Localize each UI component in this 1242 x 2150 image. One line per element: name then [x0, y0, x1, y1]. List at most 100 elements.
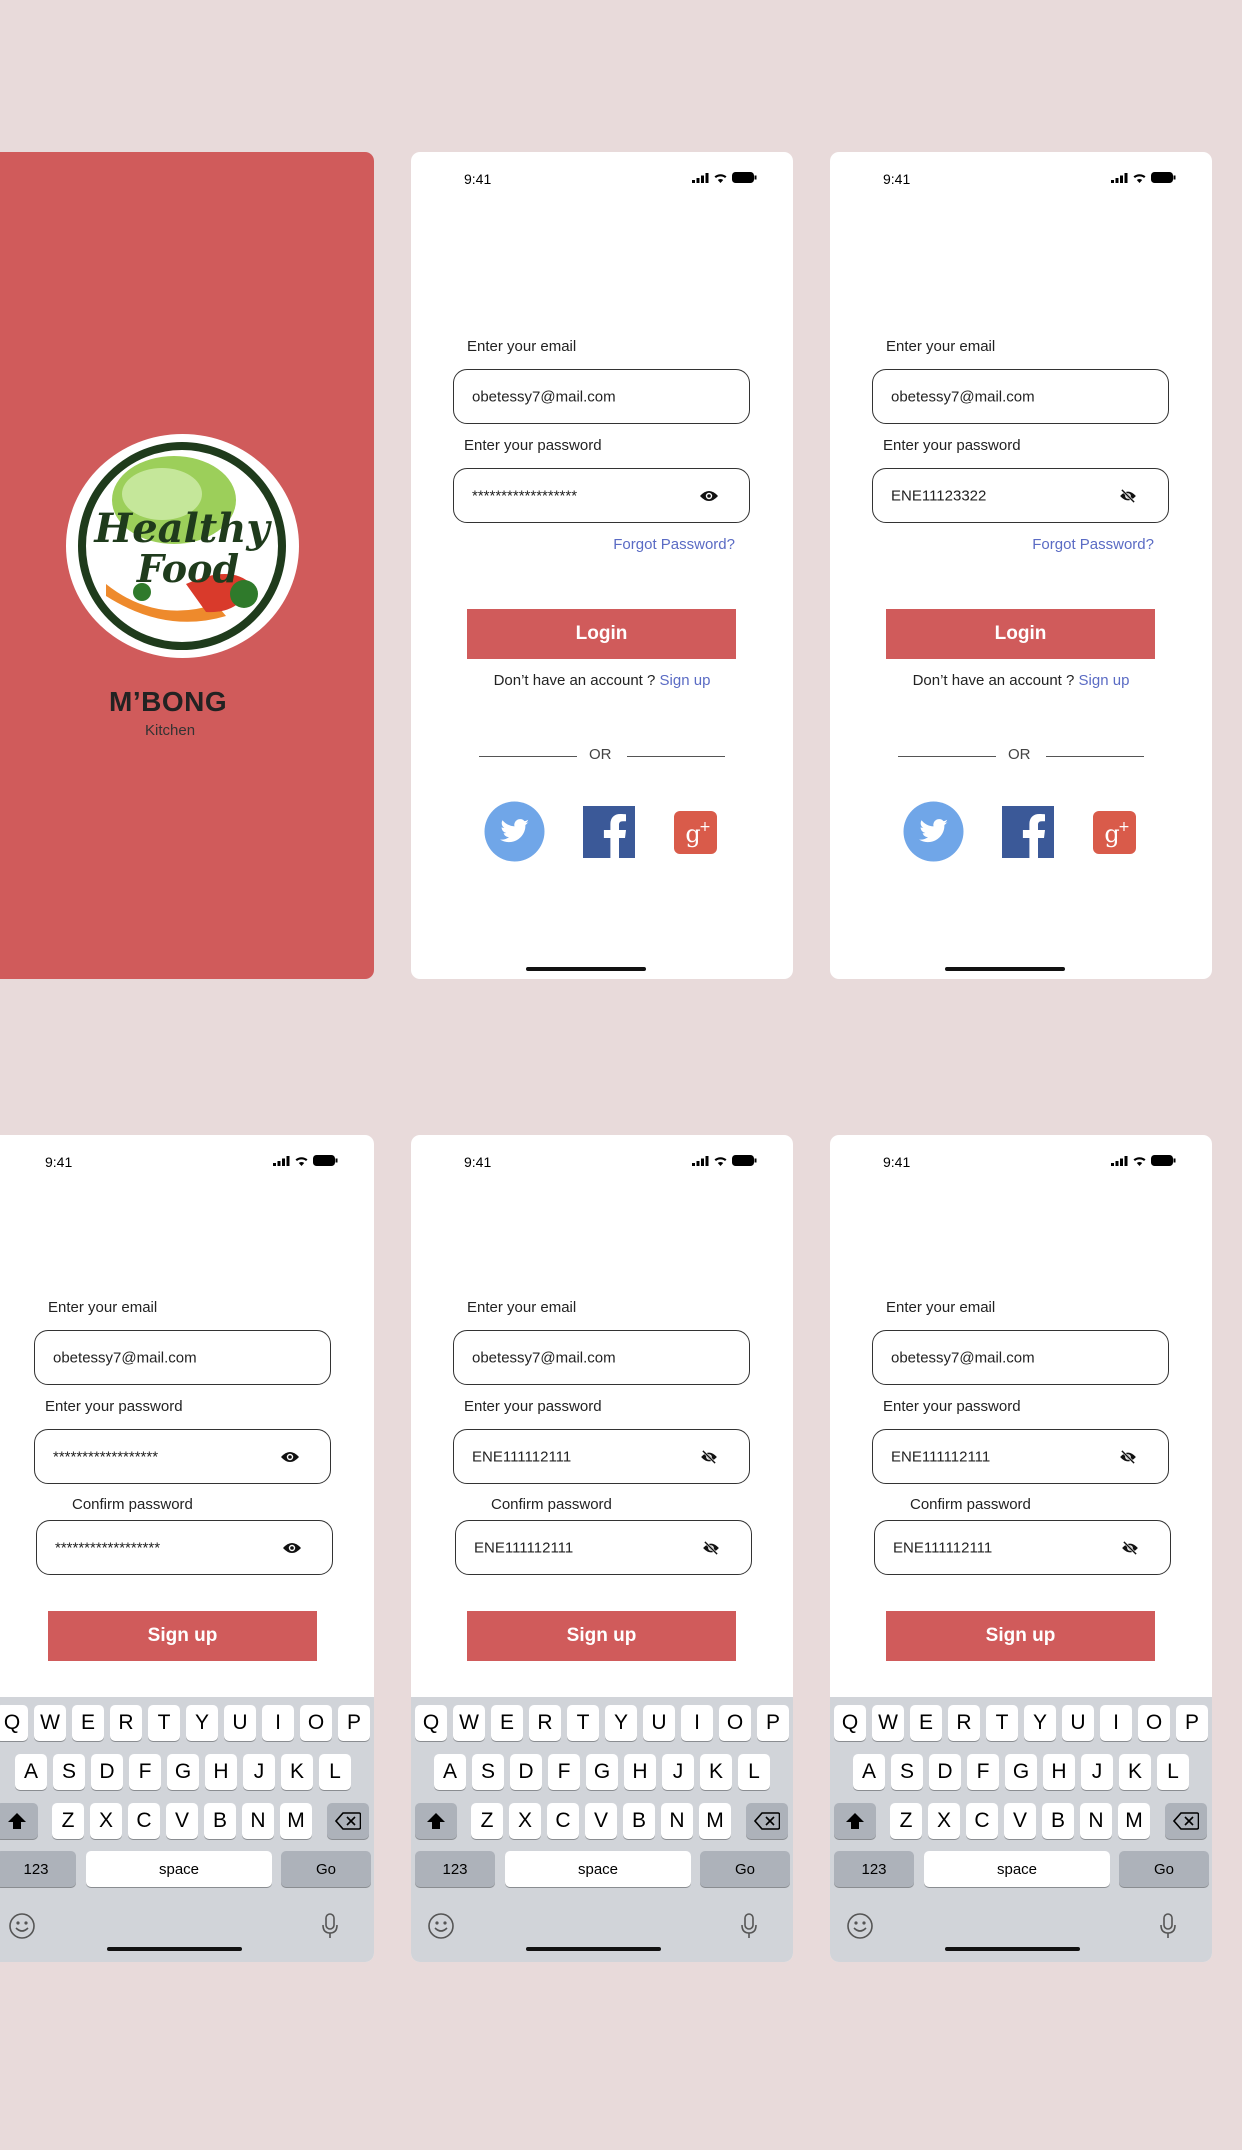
go-key[interactable]: Go [700, 1851, 790, 1887]
signup-button[interactable]: Sign up [886, 1611, 1155, 1661]
key-r[interactable]: R [110, 1705, 142, 1741]
emoji-icon[interactable] [846, 1912, 874, 1945]
key-r[interactable]: R [529, 1705, 561, 1741]
key-z[interactable]: Z [471, 1803, 503, 1839]
go-key[interactable]: Go [1119, 1851, 1209, 1887]
key-q[interactable]: Q [0, 1705, 28, 1741]
space-key[interactable]: space [505, 1851, 691, 1887]
emoji-icon[interactable] [427, 1912, 455, 1945]
key-w[interactable]: W [872, 1705, 904, 1741]
key-x[interactable]: X [90, 1803, 122, 1839]
key-g[interactable]: G [1005, 1754, 1037, 1790]
numbers-key[interactable]: 123 [415, 1851, 495, 1887]
key-s[interactable]: S [472, 1754, 504, 1790]
forgot-password-link[interactable]: Forgot Password? [1032, 536, 1154, 553]
password-field[interactable]: ENE111112111 [453, 1429, 750, 1484]
key-e[interactable]: E [72, 1705, 104, 1741]
key-a[interactable]: A [15, 1754, 47, 1790]
key-a[interactable]: A [853, 1754, 885, 1790]
login-button[interactable]: Login [886, 609, 1155, 659]
eye-icon[interactable] [280, 1450, 300, 1464]
key-e[interactable]: E [491, 1705, 523, 1741]
signup-link[interactable]: Sign up [1079, 672, 1130, 689]
email-field[interactable]: obetessy7@mail.com [34, 1330, 331, 1385]
login-button[interactable]: Login [467, 609, 736, 659]
key-m[interactable]: M [1118, 1803, 1150, 1839]
key-y[interactable]: Y [1024, 1705, 1056, 1741]
key-d[interactable]: D [91, 1754, 123, 1790]
key-r[interactable]: R [948, 1705, 980, 1741]
key-h[interactable]: H [1043, 1754, 1075, 1790]
shift-key[interactable] [834, 1803, 876, 1839]
key-p[interactable]: P [757, 1705, 789, 1741]
mic-icon[interactable] [740, 1913, 758, 1944]
key-w[interactable]: W [34, 1705, 66, 1741]
eye-off-icon[interactable] [699, 1449, 719, 1464]
key-q[interactable]: Q [834, 1705, 866, 1741]
key-s[interactable]: S [891, 1754, 923, 1790]
key-j[interactable]: J [243, 1754, 275, 1790]
key-o[interactable]: O [1138, 1705, 1170, 1741]
key-h[interactable]: H [624, 1754, 656, 1790]
password-field[interactable]: ****************** [34, 1429, 331, 1484]
google-plus-icon[interactable]: g+ [674, 811, 717, 854]
key-x[interactable]: X [509, 1803, 541, 1839]
key-j[interactable]: J [1081, 1754, 1113, 1790]
key-p[interactable]: P [338, 1705, 370, 1741]
signup-button[interactable]: Sign up [467, 1611, 736, 1661]
google-plus-icon[interactable]: g+ [1093, 811, 1136, 854]
mic-icon[interactable] [1159, 1913, 1177, 1944]
key-s[interactable]: S [53, 1754, 85, 1790]
email-field[interactable]: obetessy7@mail.com [453, 1330, 750, 1385]
backspace-key[interactable] [746, 1803, 788, 1839]
eye-off-icon[interactable] [1118, 488, 1138, 503]
key-k[interactable]: K [281, 1754, 313, 1790]
facebook-icon[interactable] [1002, 806, 1054, 858]
key-l[interactable]: L [319, 1754, 351, 1790]
key-n[interactable]: N [661, 1803, 693, 1839]
key-k[interactable]: K [700, 1754, 732, 1790]
password-field[interactable]: ENE111112111 [872, 1429, 1169, 1484]
key-o[interactable]: O [300, 1705, 332, 1741]
key-m[interactable]: M [699, 1803, 731, 1839]
mic-icon[interactable] [321, 1913, 339, 1944]
key-n[interactable]: N [1080, 1803, 1112, 1839]
email-field[interactable]: obetessy7@mail.com [872, 369, 1169, 424]
key-b[interactable]: B [1042, 1803, 1074, 1839]
key-y[interactable]: Y [605, 1705, 637, 1741]
signup-button[interactable]: Sign up [48, 1611, 317, 1661]
key-q[interactable]: Q [415, 1705, 447, 1741]
key-e[interactable]: E [910, 1705, 942, 1741]
key-o[interactable]: O [719, 1705, 751, 1741]
key-l[interactable]: L [1157, 1754, 1189, 1790]
key-l[interactable]: L [738, 1754, 770, 1790]
key-w[interactable]: W [453, 1705, 485, 1741]
key-g[interactable]: G [586, 1754, 618, 1790]
key-g[interactable]: G [167, 1754, 199, 1790]
key-j[interactable]: J [662, 1754, 694, 1790]
eye-icon[interactable] [282, 1541, 302, 1555]
key-f[interactable]: F [548, 1754, 580, 1790]
key-z[interactable]: Z [890, 1803, 922, 1839]
key-t[interactable]: T [567, 1705, 599, 1741]
key-b[interactable]: B [623, 1803, 655, 1839]
key-a[interactable]: A [434, 1754, 466, 1790]
email-field[interactable]: obetessy7@mail.com [453, 369, 750, 424]
key-d[interactable]: D [929, 1754, 961, 1790]
password-field[interactable]: ENE11123322 [872, 468, 1169, 523]
key-p[interactable]: P [1176, 1705, 1208, 1741]
key-h[interactable]: H [205, 1754, 237, 1790]
shift-key[interactable] [0, 1803, 38, 1839]
facebook-icon[interactable] [583, 806, 635, 858]
key-t[interactable]: T [148, 1705, 180, 1741]
shift-key[interactable] [415, 1803, 457, 1839]
key-v[interactable]: V [1004, 1803, 1036, 1839]
key-i[interactable]: I [1100, 1705, 1132, 1741]
eye-off-icon[interactable] [1120, 1540, 1140, 1555]
space-key[interactable]: space [924, 1851, 1110, 1887]
twitter-icon[interactable] [484, 801, 545, 862]
key-k[interactable]: K [1119, 1754, 1151, 1790]
signup-link[interactable]: Sign up [660, 672, 711, 689]
key-i[interactable]: I [681, 1705, 713, 1741]
twitter-icon[interactable] [903, 801, 964, 862]
